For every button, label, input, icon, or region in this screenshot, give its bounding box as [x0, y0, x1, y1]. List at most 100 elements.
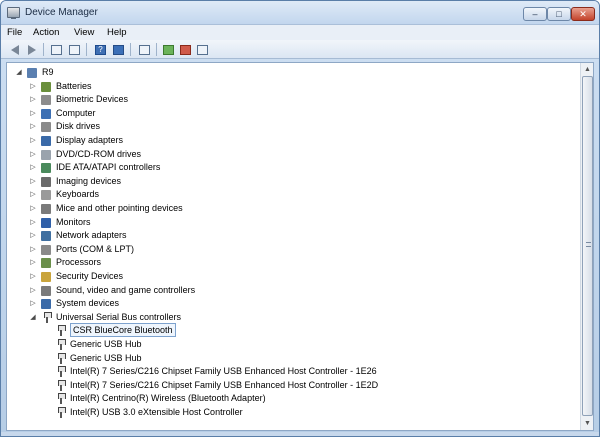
forward-icon[interactable]: [24, 42, 39, 57]
tree-category-label: Keyboards: [56, 189, 100, 200]
dvd-icon: [41, 149, 51, 160]
expand-icon[interactable]: ▷: [29, 93, 37, 106]
camera-icon: [41, 176, 51, 187]
vertical-scrollbar[interactable]: ▲ ▼: [580, 63, 593, 430]
toolbar-separator: [43, 43, 44, 56]
tree-category-imaging-devices[interactable]: ▷ Imaging devices: [7, 175, 581, 189]
properties-icon[interactable]: [67, 42, 82, 57]
expand-icon[interactable]: ▷: [29, 284, 37, 297]
device-manager-window: Device Manager – □ ✕ File Action View He…: [0, 0, 600, 437]
menu-file[interactable]: File: [7, 27, 22, 38]
scroll-up-icon[interactable]: ▲: [582, 64, 593, 75]
processor-icon: [41, 258, 51, 269]
minimize-button[interactable]: –: [523, 7, 547, 21]
usb-device-row[interactable]: Intel(R) 7 Series/C216 Chipset Family US…: [7, 365, 581, 379]
tree-category-label: Ports (COM & LPT): [56, 243, 135, 254]
disk-icon: [41, 122, 51, 133]
display-adapter-icon: [41, 136, 51, 146]
usb-device-row[interactable]: Generic USB Hub: [7, 352, 581, 366]
expand-icon[interactable]: ▷: [29, 229, 37, 242]
collapse-icon[interactable]: ◢: [29, 311, 37, 324]
tree-category-ports-com-lpt[interactable]: ▷ Ports (COM & LPT): [7, 243, 581, 257]
usb-device-row[interactable]: Intel(R) 7 Series/C216 Chipset Family US…: [7, 379, 581, 393]
scroll-grip-icon: [586, 242, 591, 247]
expand-icon[interactable]: ▷: [29, 270, 37, 283]
usb-device-row[interactable]: Generic USB Hub: [7, 338, 581, 352]
close-button[interactable]: ✕: [571, 7, 595, 21]
disable-icon[interactable]: [195, 42, 210, 57]
expand-icon[interactable]: ▷: [29, 134, 37, 147]
expand-icon[interactable]: ▷: [29, 148, 37, 161]
tree-category-system-devices[interactable]: ▷ System devices: [7, 297, 581, 311]
uninstall-icon[interactable]: [178, 42, 193, 57]
expand-icon[interactable]: ▷: [29, 161, 37, 174]
scan-hardware-icon[interactable]: [137, 42, 152, 57]
tree-category-biometric-devices[interactable]: ▷ Biometric Devices: [7, 93, 581, 107]
tree-category-label: Disk drives: [56, 121, 101, 132]
window-bottom-edge: [1, 432, 599, 436]
maximize-button[interactable]: □: [547, 7, 571, 21]
expand-icon[interactable]: ▷: [29, 120, 37, 133]
tree-category-processors[interactable]: ▷ Processors: [7, 256, 581, 270]
security-icon: [41, 272, 51, 282]
toolbar-separator: [130, 43, 131, 56]
expand-icon[interactable]: ▷: [29, 175, 37, 188]
usb-device-label: Generic USB Hub: [70, 352, 142, 363]
tree-category-mice-and-other-pointing-devices[interactable]: ▷ Mice and other pointing devices: [7, 202, 581, 216]
tree-category-label: System devices: [56, 298, 120, 309]
tree-category-security-devices[interactable]: ▷ Security Devices: [7, 270, 581, 284]
menu-action[interactable]: Action: [33, 27, 59, 38]
device-tree-pane[interactable]: ◢ R9 ▷ Batteries ▷ Biometric Devices ▷ Computer…: [6, 62, 594, 431]
usb-device-label: Intel(R) Centrino(R) Wireless (Bluetooth…: [70, 393, 266, 404]
keyboard-icon: [41, 190, 51, 201]
usb-device-label: Intel(R) 7 Series/C216 Chipset Family US…: [70, 379, 379, 390]
collapse-icon[interactable]: ◢: [15, 66, 23, 79]
usb-device-icon: [57, 325, 66, 337]
tree-category-disk-drives[interactable]: ▷ Disk drives: [7, 120, 581, 134]
tree-category-computer[interactable]: ▷ Computer: [7, 107, 581, 121]
tree-category-sound-video-and-game-controllers[interactable]: ▷ Sound, video and game controllers: [7, 284, 581, 298]
usb-device-row[interactable]: Intel(R) Centrino(R) Wireless (Bluetooth…: [7, 392, 581, 406]
back-icon[interactable]: [7, 42, 22, 57]
expand-icon[interactable]: ▷: [29, 80, 37, 93]
expand-icon[interactable]: ▷: [29, 107, 37, 120]
usb-icon: [43, 311, 52, 323]
tree-category-label: Monitors: [56, 216, 91, 227]
tree-category-display-adapters[interactable]: ▷ Display adapters: [7, 134, 581, 148]
ide-icon: [41, 163, 51, 174]
show-hide-tree-icon[interactable]: [49, 42, 64, 57]
expand-icon[interactable]: ▷: [29, 216, 37, 229]
tree-category-label: DVD/CD-ROM drives: [56, 148, 142, 159]
properties-pane-icon[interactable]: [111, 42, 126, 57]
menu-view[interactable]: View: [74, 27, 94, 38]
computer-icon: [41, 108, 51, 119]
network-icon: [41, 231, 51, 242]
menu-help[interactable]: Help: [107, 27, 127, 38]
toolbar: ?: [1, 40, 599, 59]
update-driver-icon[interactable]: [161, 42, 176, 57]
tree-category-network-adapters[interactable]: ▷ Network adapters: [7, 229, 581, 243]
tree-category-label: Mice and other pointing devices: [56, 203, 183, 213]
help-icon[interactable]: ?: [93, 42, 108, 57]
title-bar[interactable]: Device Manager – □ ✕: [1, 1, 599, 25]
expand-icon[interactable]: ▷: [29, 202, 37, 215]
tree-category-dvd-cd-rom-drives[interactable]: ▷ DVD/CD-ROM drives: [7, 148, 581, 162]
tree-category-label: Processors: [56, 257, 102, 268]
tree-category-ide-ata-atapi-controllers[interactable]: ▷ IDE ATA/ATAPI controllers: [7, 161, 581, 175]
tree-category-batteries[interactable]: ▷ Batteries: [7, 80, 581, 94]
scroll-thumb[interactable]: [582, 76, 593, 416]
tree-category-label: Network adapters: [56, 230, 127, 241]
usb-device-icon: [57, 352, 66, 364]
expand-icon[interactable]: ▷: [29, 188, 37, 201]
selected-device-row[interactable]: CSR BlueCore Bluetooth: [7, 323, 581, 338]
usb-device-row[interactable]: Intel(R) USB 3.0 eXtensible Host Control…: [7, 406, 581, 420]
expand-icon[interactable]: ▷: [29, 297, 37, 310]
tree-category-keyboards[interactable]: ▷ Keyboards: [7, 188, 581, 202]
tree-category-monitors[interactable]: ▷ Monitors: [7, 216, 581, 230]
expand-icon[interactable]: ▷: [29, 256, 37, 269]
expand-icon[interactable]: ▷: [29, 243, 37, 256]
usb-device-icon: [57, 407, 66, 418]
tree-category-label: Imaging devices: [56, 175, 122, 186]
scroll-down-icon[interactable]: ▼: [582, 418, 593, 429]
tree-root-node[interactable]: ◢ R9: [7, 66, 581, 80]
